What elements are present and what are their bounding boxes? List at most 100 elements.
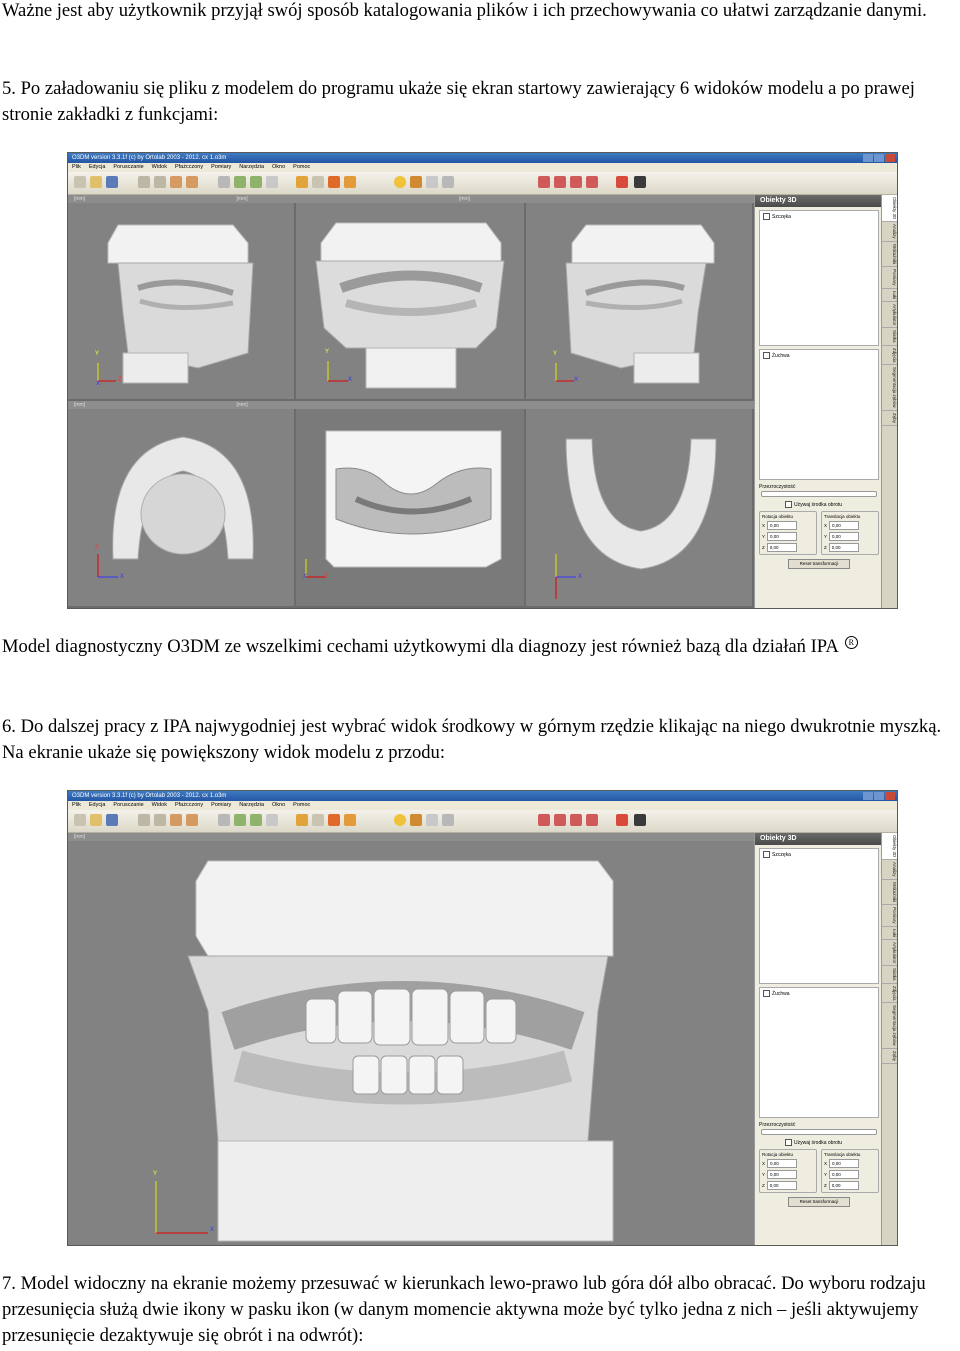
tab-segmentacja[interactable]: Segmentacja zębów <box>882 1003 897 1049</box>
tab-pomiary[interactable]: Pomiary <box>882 267 897 289</box>
teeth-lower-icon[interactable] <box>586 176 598 188</box>
view-upper-occlusal[interactable]: Z X <box>68 409 296 608</box>
zoom-icon[interactable] <box>426 814 438 826</box>
open-folder-icon[interactable] <box>90 814 102 826</box>
rotate-icon[interactable] <box>394 176 406 188</box>
close-icon[interactable] <box>885 154 895 162</box>
opacity-slider[interactable] <box>761 491 877 497</box>
tab-segmentacja[interactable]: Segmentacja zębów <box>882 365 897 411</box>
translation-x-field[interactable]: 0,00 <box>829 521 860 530</box>
rotate-icon[interactable] <box>394 814 406 826</box>
upper-object-list[interactable]: Szczęka <box>759 848 879 984</box>
lower-jaw-icon[interactable] <box>186 176 198 188</box>
rotation-x-field[interactable]: 0,00 <box>767 1159 798 1168</box>
rotation-z-field[interactable]: 0,00 <box>766 1181 797 1190</box>
reset-transform-button[interactable]: Reset transformacji <box>788 1197 850 1207</box>
measure-icon[interactable] <box>234 814 246 826</box>
save-icon[interactable] <box>106 814 118 826</box>
menu-plik[interactable]: Plik <box>72 163 81 172</box>
tab-luki[interactable]: Łuki <box>882 289 897 302</box>
upper-jaw-icon[interactable] <box>170 176 182 188</box>
table-icon[interactable] <box>312 176 324 188</box>
view-lower-occlusal[interactable]: X <box>526 409 754 608</box>
plane-icon[interactable] <box>250 176 262 188</box>
tab-obiekty-3d[interactable]: Obiekty 3D <box>882 833 897 861</box>
tab-luki[interactable]: Łuki <box>882 927 897 940</box>
lower-object-checkbox[interactable] <box>763 990 770 997</box>
menu-plaszczyzny[interactable]: Pfażcczony <box>175 163 203 172</box>
tab-analizy[interactable]: Analizy <box>882 860 897 880</box>
jaw-model-icon[interactable] <box>328 814 340 826</box>
teeth-front-icon[interactable] <box>538 176 550 188</box>
screenshot-icon[interactable] <box>634 176 646 188</box>
menu-widok[interactable]: Widok <box>152 801 167 810</box>
arch-icon[interactable] <box>344 176 356 188</box>
upper-object-checkbox[interactable] <box>763 213 770 220</box>
front-view-icon[interactable] <box>138 814 150 826</box>
menu-pomoc[interactable]: Pomoc <box>293 801 310 810</box>
pencil-icon[interactable] <box>296 176 308 188</box>
measure-icon[interactable] <box>234 176 246 188</box>
plane-icon[interactable] <box>250 814 262 826</box>
rotation-z-field[interactable]: 0,00 <box>766 543 797 552</box>
view-front[interactable]: Y X <box>296 203 526 401</box>
rotation-y-field[interactable]: 0,00 <box>767 532 798 541</box>
reset-transform-button[interactable]: Reset transformacji <box>788 559 850 569</box>
table-icon[interactable] <box>312 814 324 826</box>
side-view-icon[interactable] <box>154 814 166 826</box>
rotation-y-field[interactable]: 0,00 <box>767 1170 798 1179</box>
menu-widok[interactable]: Widok <box>152 163 167 172</box>
lower-jaw-icon[interactable] <box>186 814 198 826</box>
minimize-icon[interactable] <box>863 154 873 162</box>
tab-wskazniki[interactable]: Wskaźniki <box>882 242 897 268</box>
arch-icon[interactable] <box>344 814 356 826</box>
ruler-icon[interactable] <box>266 814 278 826</box>
ruler-icon[interactable] <box>266 176 278 188</box>
maximize-icon[interactable] <box>874 154 884 162</box>
menu-poruszanie[interactable]: Porusczanie <box>113 801 143 810</box>
teeth-front-icon[interactable] <box>538 814 550 826</box>
teeth-side-icon[interactable] <box>554 176 566 188</box>
menu-edycja[interactable]: Edycja <box>89 801 106 810</box>
menu-pomoc[interactable]: Pomoc <box>293 163 310 172</box>
rotation-x-field[interactable]: 0,00 <box>767 521 798 530</box>
teeth-upper-icon[interactable] <box>570 814 582 826</box>
menu-plaszczyzny[interactable]: Pfażcczony <box>175 801 203 810</box>
translation-z-field[interactable]: 0,00 <box>828 1181 859 1190</box>
view-right-side[interactable]: Y X Z <box>68 203 296 401</box>
open-folder-icon[interactable] <box>90 176 102 188</box>
pencil-icon[interactable] <box>296 814 308 826</box>
save-icon[interactable] <box>106 176 118 188</box>
new-file-icon[interactable] <box>74 814 86 826</box>
menu-edycja[interactable]: Edycja <box>89 163 106 172</box>
tab-artykulator[interactable]: Artykulator <box>882 302 897 329</box>
tab-zeby[interactable]: Zęby <box>882 1049 897 1064</box>
upper-object-checkbox[interactable] <box>763 851 770 858</box>
side-view-icon[interactable] <box>154 176 166 188</box>
rotation-center-checkbox[interactable] <box>785 501 792 508</box>
grid-icon[interactable] <box>218 814 230 826</box>
close-icon[interactable] <box>885 792 895 800</box>
tab-siatka[interactable]: Siatka <box>882 966 897 984</box>
translation-y-field[interactable]: 0,00 <box>829 1170 860 1179</box>
menu-pomiary[interactable]: Pomiary <box>211 163 231 172</box>
menu-okno[interactable]: Okno <box>272 801 285 810</box>
teeth-lower-icon[interactable] <box>586 814 598 826</box>
view-left-side[interactable]: Y X <box>526 203 754 401</box>
menu-plik[interactable]: Plik <box>72 801 81 810</box>
front-view-viewport[interactable]: [mm] Y X <box>68 833 754 1245</box>
tab-zdjecia[interactable]: Zdjęcia <box>882 346 897 366</box>
new-file-icon[interactable] <box>74 176 86 188</box>
grid-icon[interactable] <box>218 176 230 188</box>
translation-x-field[interactable]: 0,00 <box>829 1159 860 1168</box>
menu-poruszanie[interactable]: Porusczanie <box>113 163 143 172</box>
upper-object-list[interactable]: Szczęka <box>759 210 879 346</box>
tab-pomiary[interactable]: Pomiary <box>882 905 897 927</box>
crosshair-icon[interactable] <box>616 814 628 826</box>
menu-pomiary[interactable]: Pomiary <box>211 801 231 810</box>
menu-okno[interactable]: Okno <box>272 163 285 172</box>
zoom-fit-icon[interactable] <box>442 176 454 188</box>
translation-z-field[interactable]: 0,00 <box>828 543 859 552</box>
front-view-icon[interactable] <box>138 176 150 188</box>
tab-wskazniki[interactable]: Wskaźniki <box>882 880 897 906</box>
